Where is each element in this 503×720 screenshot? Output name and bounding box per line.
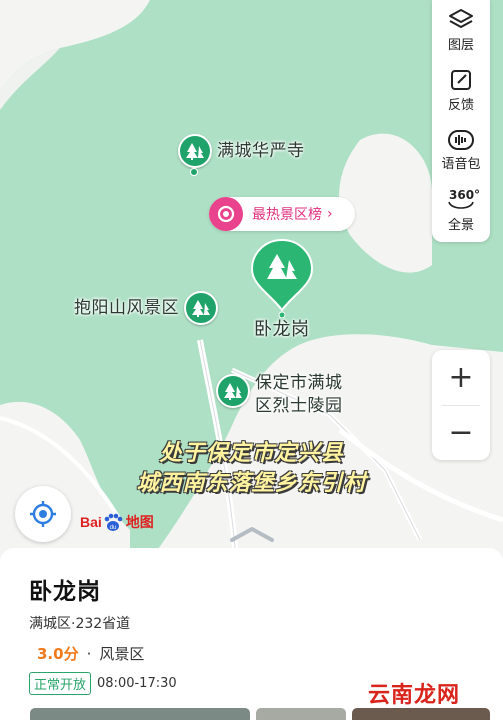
voice-pack-button[interactable]: 语音包 [432,120,490,180]
selected-place-label: 卧龙岗 [254,319,310,340]
poi-location-dot [190,168,198,176]
selected-place-pin[interactable] [250,238,314,322]
feedback-icon [451,69,471,90]
poi-label: 抱阳山风景区 [74,297,179,318]
svg-text:du: du [109,525,116,531]
hot-ranking-label: 最热景区榜 [252,207,322,223]
zoom-control: + − [432,350,490,460]
layers-icon [449,8,473,28]
voice-pack-icon [448,129,474,150]
feedback-label: 反馈 [447,97,474,113]
hours-row: 正常开放 08:00-17:30 [29,672,177,695]
zoom-in-button[interactable]: + [432,350,490,405]
place-category: 风景区 [99,645,145,663]
place-address: 满城区·232省道 [29,616,131,632]
photo-thumb[interactable] [256,708,346,720]
poi-label-line2: 区烈士陵园 [255,396,343,416]
feedback-button[interactable]: 反馈 [432,60,490,120]
photo-thumb[interactable] [352,708,490,720]
video-subtitle-line2: 城西南东落堡乡东引村 [136,471,367,496]
poi-label-line1: 保定市满城 [255,373,343,393]
ranking-icon [209,197,243,231]
poi-baoyang-mountain[interactable]: 抱阳山风景区 [74,291,218,325]
panorama-label: 全景 [447,217,474,233]
video-subtitle-line1: 处于保定市定兴县 [159,441,344,466]
crosshair-icon [30,501,56,527]
separator-dot: · [86,644,92,663]
open-status-badge: 正常开放 [29,672,92,695]
tree-icon [178,134,212,168]
photo-thumb[interactable] [30,708,250,720]
sheet-drag-handle[interactable] [228,524,276,544]
map-canvas[interactable]: 满城华严寺 最热景区榜 › 卧龙岗 抱阳山风景区 保定市满城 区烈士陵园 处于保… [0,0,503,560]
map-tool-panel: 图层 反馈 语音包 360° 全景 [432,0,490,242]
map-pin-icon [250,238,314,319]
rating-score: 3.0分 [37,645,79,663]
tree-icon [216,374,250,408]
layers-label: 图层 [447,37,474,53]
tree-icon [184,291,218,325]
poi-martyrs-cemetery[interactable]: 保定市满城 区烈士陵园 [216,372,343,418]
hot-scenic-ranking-button[interactable]: 最热景区榜 › [209,197,355,231]
voice-pack-label: 语音包 [441,156,481,172]
logo-text-bai: Bai [80,514,102,530]
zoom-out-button[interactable]: − [432,405,490,460]
paw-icon: du [104,513,123,531]
poi-huayan-temple[interactable]: 满城华严寺 [178,134,305,168]
chevron-right-icon: › [327,206,333,222]
layers-button[interactable]: 图层 [432,0,490,60]
panorama-icon: 360° [446,188,480,212]
watermark: 云南龙网 [368,683,461,708]
rating-row: 3.0分 · 风景区 [37,643,144,664]
logo-text-map: 地图 [125,515,154,531]
zoom-divider [442,405,480,406]
baidu-map-logo: Bai du 地图 [80,512,154,532]
panorama-button[interactable]: 360° 全景 [432,180,490,240]
poi-label: 满城华严寺 [217,140,305,161]
opening-hours: 08:00-17:30 [97,676,177,691]
photo-strip[interactable] [30,708,490,720]
locate-me-button[interactable] [15,486,71,542]
place-title: 卧龙岗 [29,579,101,605]
